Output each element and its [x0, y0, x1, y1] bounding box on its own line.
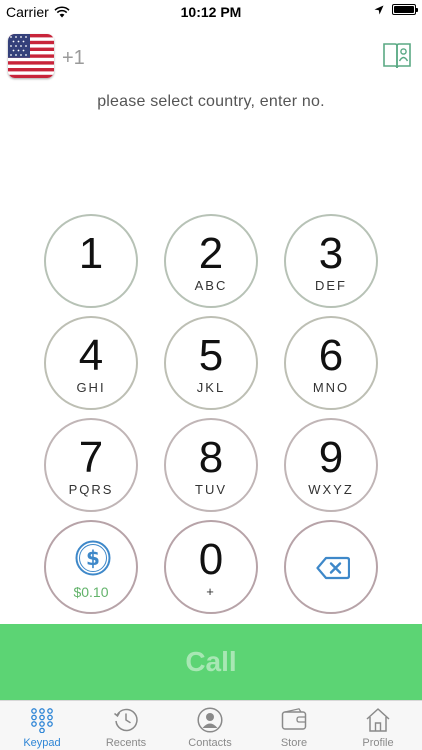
status-right — [374, 4, 418, 15]
contacts-book-icon[interactable] — [382, 42, 412, 70]
credit-button[interactable]: $ $0.10 — [44, 520, 138, 614]
clock-icon — [114, 708, 138, 732]
wallet-icon — [281, 708, 307, 730]
key-letters: JKL — [196, 380, 226, 395]
tab-label: Keypad — [23, 737, 61, 749]
battery-icon — [392, 4, 418, 15]
key-9[interactable]: 9 WXYZ — [284, 418, 378, 512]
call-button[interactable]: Call — [0, 624, 422, 700]
key-2[interactable]: 2 ABC — [164, 214, 258, 308]
call-label: Call — [185, 646, 237, 677]
key-letters: TUV — [195, 482, 227, 497]
svg-text:$: $ — [86, 546, 100, 570]
backspace-icon — [316, 556, 350, 580]
house-icon — [366, 708, 390, 732]
key-0[interactable]: 0 + — [164, 520, 258, 614]
key-digit: 0 — [198, 535, 224, 584]
key-letters: PQRS — [68, 482, 114, 497]
tab-label: Profile — [362, 737, 394, 749]
key-digit: 5 — [198, 331, 224, 380]
key-digit: 9 — [318, 433, 344, 482]
key-6[interactable]: 6 MNO — [284, 316, 378, 410]
us-flag-icon — [8, 34, 54, 78]
tab-profile[interactable]: Profile — [336, 701, 420, 750]
dial-code: +1 — [62, 47, 85, 69]
key-digit: 4 — [78, 331, 104, 380]
tab-contacts[interactable]: Contacts — [168, 701, 252, 750]
instruction-text: please select country, enter no. — [97, 93, 325, 110]
keypad-icon — [31, 708, 53, 733]
key-letters: WXYZ — [308, 482, 354, 497]
key-3[interactable]: 3 DEF — [284, 214, 378, 308]
key-digit: 2 — [198, 229, 224, 278]
status-bar: Carrier 10:12 PM — [0, 0, 422, 24]
tab-label: Recents — [105, 737, 147, 749]
tab-store[interactable]: Store — [252, 701, 336, 750]
tab-keypad[interactable]: Keypad — [0, 701, 84, 750]
key-digit: 7 — [78, 433, 104, 482]
person-icon — [197, 707, 223, 733]
status-time: 10:12 PM — [180, 4, 242, 20]
tab-label: Contacts — [188, 737, 232, 749]
key-letters: + — [206, 584, 216, 599]
key-letters: DEF — [315, 278, 347, 293]
key-digit: 8 — [198, 433, 224, 482]
battery-fill — [394, 6, 414, 13]
tab-label: Store — [280, 737, 308, 749]
key-5[interactable]: 5 JKL — [164, 316, 258, 410]
key-letters: MNO — [312, 380, 350, 395]
key-digit: 3 — [318, 229, 344, 278]
delete-button[interactable] — [284, 520, 378, 614]
key-letters: ABC — [194, 278, 228, 293]
key-7[interactable]: 7 PQRS — [44, 418, 138, 512]
key-digit: 6 — [318, 331, 344, 380]
country-flag-button[interactable] — [8, 34, 54, 78]
key-4[interactable]: 4 GHI — [44, 316, 138, 410]
credit-balance: $0.10 — [73, 584, 109, 600]
key-letters: GHI — [76, 380, 106, 395]
location-arrow-icon — [374, 5, 384, 14]
key-8[interactable]: 8 TUV — [164, 418, 258, 512]
key-1[interactable]: 1 — [44, 214, 138, 308]
tab-recents[interactable]: Recents — [84, 701, 168, 750]
key-digit: 1 — [78, 229, 104, 278]
dollar-coin-icon: $ — [75, 540, 111, 576]
tab-bar: Keypad Recents Contacts Store Profile — [0, 700, 422, 750]
